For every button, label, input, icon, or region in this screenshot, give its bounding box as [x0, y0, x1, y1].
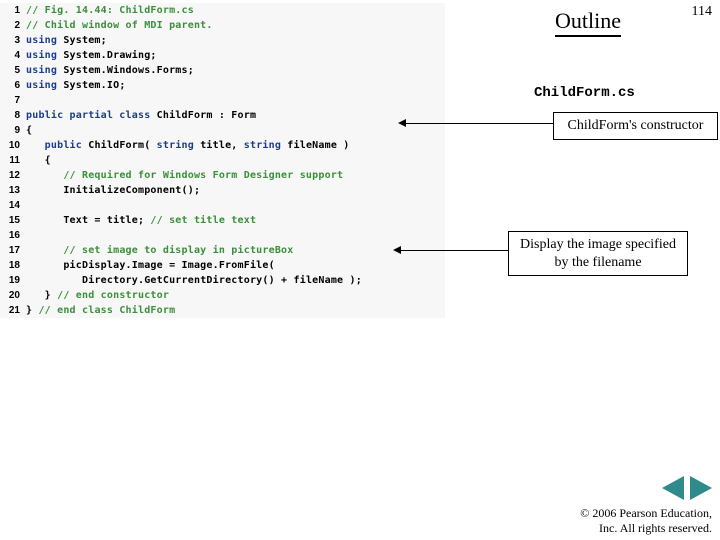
code-text: // Fig. 14.44: ChildForm.cs	[26, 5, 194, 16]
code-text: public partial class ChildForm : Form	[26, 110, 256, 121]
code-line: 21} // end class ChildForm	[0, 303, 445, 318]
code-line: 18 picDisplay.Image = Image.FromFile(	[0, 258, 445, 273]
code-line: 11 {	[0, 153, 445, 168]
prev-slide-button[interactable]	[662, 476, 684, 500]
line-number: 20	[0, 290, 26, 301]
line-number: 14	[0, 200, 26, 211]
arrow-head-icon	[398, 119, 406, 127]
copyright-line: © 2006 Pearson Education,	[580, 506, 712, 521]
line-number: 13	[0, 185, 26, 196]
code-text: Directory.GetCurrentDirectory() + fileNa…	[26, 275, 362, 286]
next-slide-button[interactable]	[690, 476, 712, 500]
code-text: // set image to display in pictureBox	[26, 245, 294, 256]
code-line: 5using System.Windows.Forms;	[0, 63, 445, 78]
code-line: 6using System.IO;	[0, 78, 445, 93]
line-number: 17	[0, 245, 26, 256]
code-line: 13 InitializeComponent();	[0, 183, 445, 198]
callout-image: Display the image specified by the filen…	[508, 231, 688, 276]
source-filename: ChildForm.cs	[534, 85, 635, 101]
code-text: using System.Drawing;	[26, 50, 157, 61]
line-number: 1	[0, 5, 26, 16]
code-line: 1// Fig. 14.44: ChildForm.cs	[0, 3, 445, 18]
line-number: 7	[0, 95, 26, 106]
line-number: 3	[0, 35, 26, 46]
code-text: public ChildForm( string title, string f…	[26, 140, 350, 151]
line-number: 12	[0, 170, 26, 181]
code-listing: 1// Fig. 14.44: ChildForm.cs2// Child wi…	[0, 3, 445, 318]
line-number: 15	[0, 215, 26, 226]
nav-buttons	[662, 476, 712, 500]
outline-heading: Outline	[555, 8, 621, 37]
code-line: 19 Directory.GetCurrentDirectory() + fil…	[0, 273, 445, 288]
code-text: InitializeComponent();	[26, 185, 200, 196]
code-line: 9{	[0, 123, 445, 138]
line-number: 10	[0, 140, 26, 151]
line-number: 19	[0, 275, 26, 286]
arrow-head-icon	[393, 246, 401, 254]
code-line: 17 // set image to display in pictureBox	[0, 243, 445, 258]
code-text: using System.IO;	[26, 80, 126, 91]
page-number: 114	[692, 4, 712, 20]
copyright-text: © 2006 Pearson Education, Inc. All right…	[580, 506, 712, 536]
copyright-line: Inc. All rights reserved.	[580, 521, 712, 536]
code-line: 12 // Required for Windows Form Designer…	[0, 168, 445, 183]
code-text: using System.Windows.Forms;	[26, 65, 194, 76]
code-line: 8public partial class ChildForm : Form	[0, 108, 445, 123]
code-text: // Required for Windows Form Designer su…	[26, 170, 343, 181]
code-line: 3using System;	[0, 33, 445, 48]
code-line: 2// Child window of MDI parent.	[0, 18, 445, 33]
line-number: 6	[0, 80, 26, 91]
line-number: 16	[0, 230, 26, 241]
line-number: 11	[0, 155, 26, 166]
code-text: picDisplay.Image = Image.FromFile(	[26, 260, 275, 271]
code-line: 15 Text = title; // set title text	[0, 213, 445, 228]
code-line: 7	[0, 93, 445, 108]
code-line: 4using System.Drawing;	[0, 48, 445, 63]
line-number: 5	[0, 65, 26, 76]
code-text: using System;	[26, 35, 107, 46]
code-text: {	[26, 155, 51, 166]
line-number: 9	[0, 125, 26, 136]
line-number: 2	[0, 20, 26, 31]
code-line: 14	[0, 198, 445, 213]
line-number: 8	[0, 110, 26, 121]
arrow-line	[400, 250, 508, 251]
callout-constructor: ChildForm's constructor	[553, 112, 718, 140]
code-text: } // end class ChildForm	[26, 305, 175, 316]
code-line: 20 } // end constructor	[0, 288, 445, 303]
line-number: 18	[0, 260, 26, 271]
arrow-line	[405, 123, 553, 124]
code-text: {	[26, 125, 32, 136]
code-line: 16	[0, 228, 445, 243]
line-number: 4	[0, 50, 26, 61]
code-text: } // end constructor	[26, 290, 169, 301]
code-line: 10 public ChildForm( string title, strin…	[0, 138, 445, 153]
line-number: 21	[0, 305, 26, 316]
code-text: // Child window of MDI parent.	[26, 20, 213, 31]
code-text: Text = title; // set title text	[26, 215, 256, 226]
